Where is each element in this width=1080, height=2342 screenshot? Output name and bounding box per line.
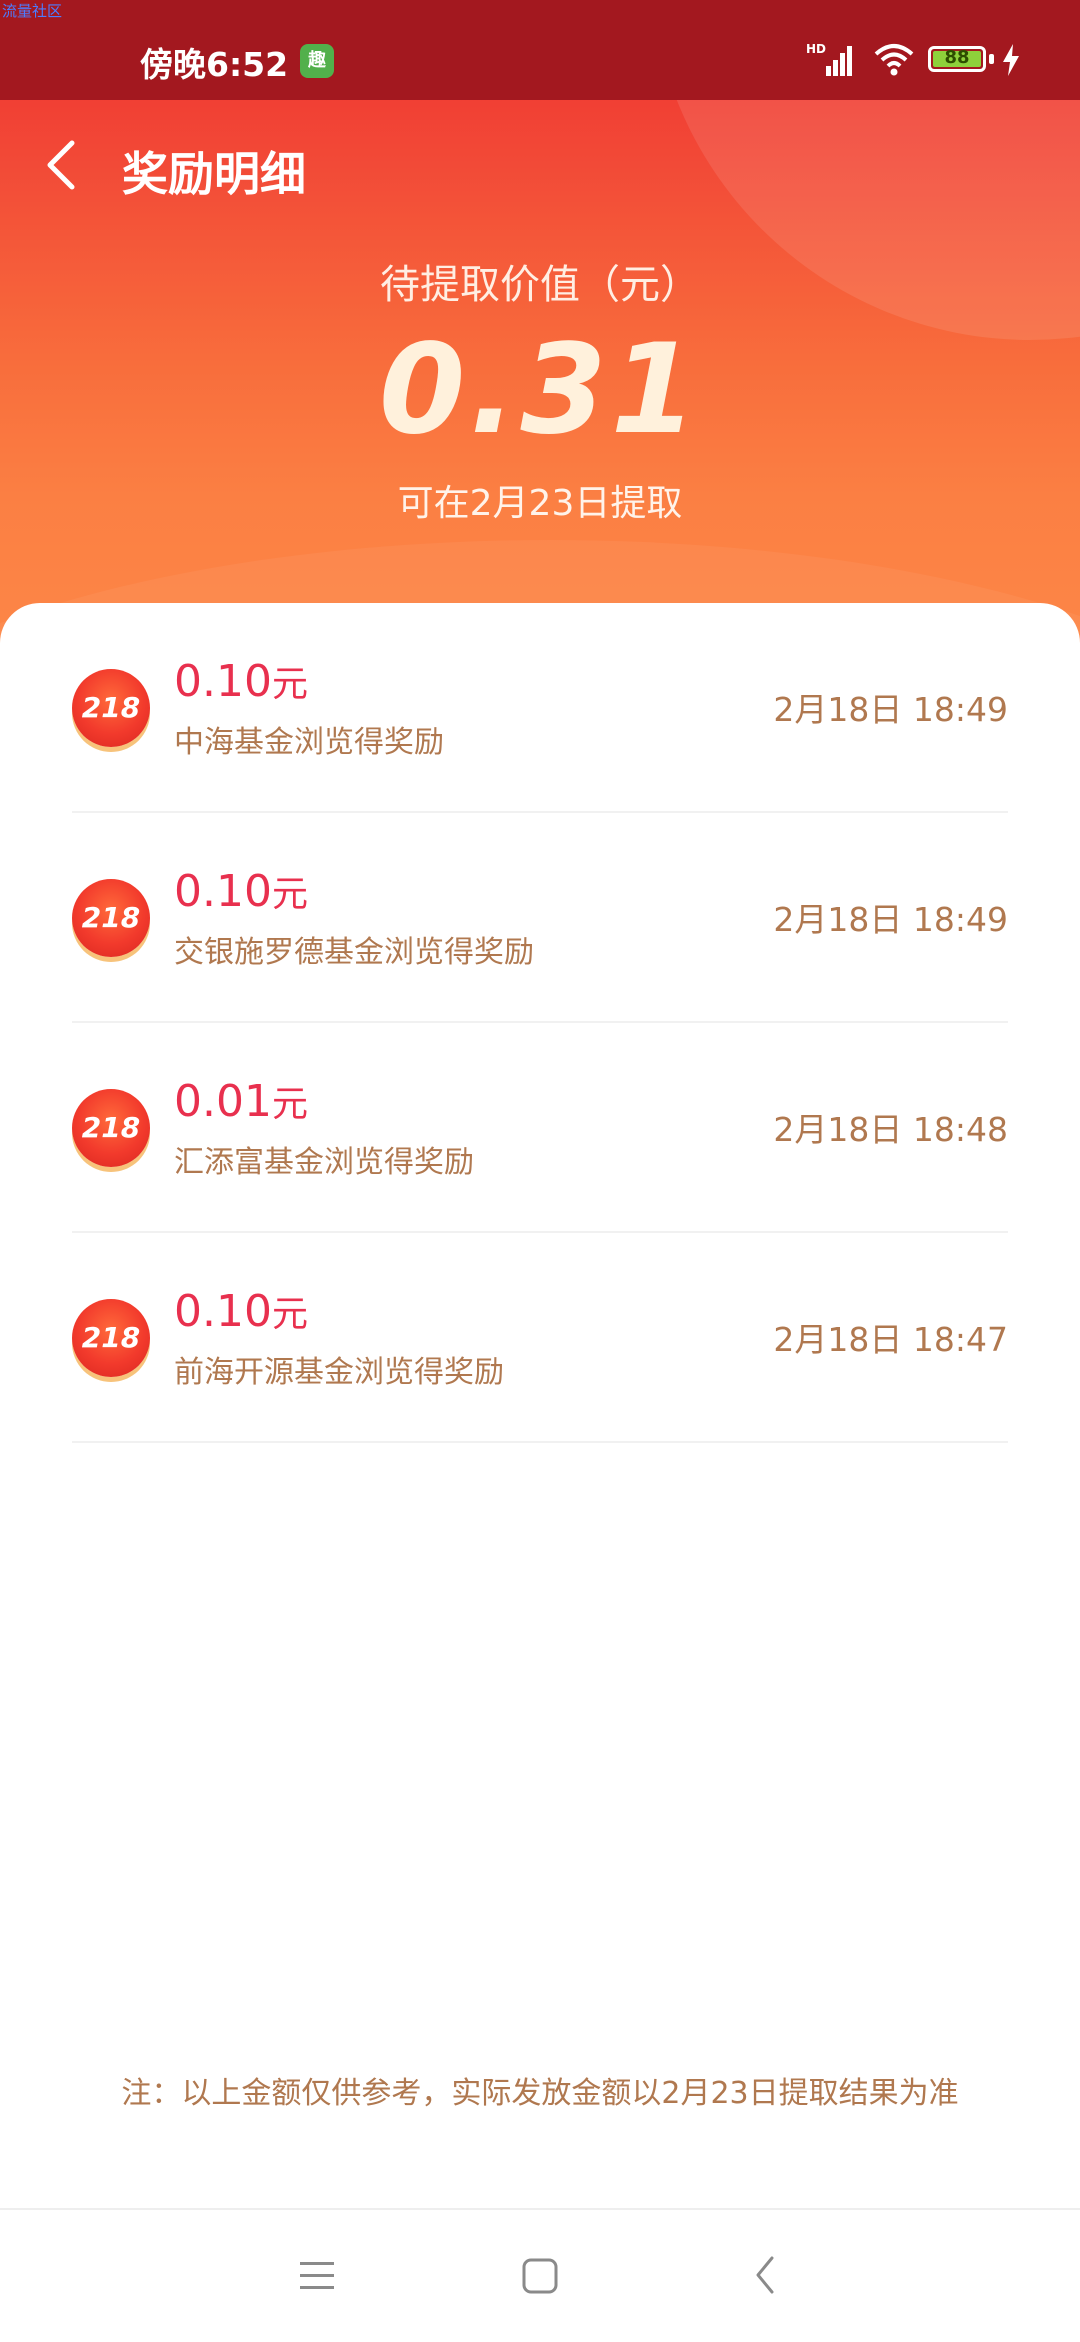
reward-description: 前海开源基金浏览得奖励 — [174, 1355, 504, 1390]
wifi-icon — [874, 44, 914, 76]
fund-badge-icon: 218 — [72, 669, 150, 747]
reward-time: 2月18日 18:48 — [773, 1110, 1008, 1149]
amount-value: 0.10 — [174, 656, 272, 707]
status-time: 傍晚6:52 — [140, 45, 289, 84]
amount-value: 0.10 — [174, 1286, 272, 1337]
amount-value: 0.10 — [174, 866, 272, 917]
reward-time: 2月18日 18:49 — [773, 900, 1008, 939]
reward-card: 218 0.10元 中海基金浏览得奖励 2月18日 18:49 218 0.10… — [0, 603, 1080, 2203]
svg-text:HD: HD — [806, 42, 826, 56]
back-triangle-icon[interactable] — [752, 2254, 778, 2296]
withdraw-date: 可在2月23日提取 — [397, 483, 683, 524]
battery-level: 88 — [944, 47, 970, 68]
app-notification-icon: 趣 — [300, 44, 334, 78]
page-title: 奖励明细 — [122, 147, 306, 201]
reward-list: 218 0.10元 中海基金浏览得奖励 2月18日 18:49 218 0.10… — [72, 603, 1008, 1443]
reward-amount: 0.10元 — [174, 1285, 308, 1337]
amount-unit: 元 — [271, 1084, 308, 1125]
fund-badge-icon: 218 — [72, 1299, 150, 1377]
badge-label: 218 — [81, 901, 141, 934]
badge-label: 218 — [81, 691, 141, 724]
list-item: 218 0.10元 中海基金浏览得奖励 2月18日 18:49 — [72, 603, 1008, 813]
summary-label: 待提取价值（元） — [380, 262, 700, 308]
reward-time: 2月18日 18:49 — [773, 690, 1008, 729]
watermark-text: 流量社区 — [2, 2, 63, 20]
chevron-left-icon — [47, 140, 75, 190]
battery-cap — [989, 54, 994, 64]
menu-icon[interactable] — [300, 2260, 334, 2292]
badge-label: 218 — [81, 1111, 141, 1144]
list-item: 218 0.10元 前海开源基金浏览得奖励 2月18日 18:47 — [72, 1233, 1008, 1443]
disclaimer-note: 注：以上金额仅供参考，实际发放金额以2月23日提取结果为准 — [121, 2076, 959, 2111]
back-button[interactable] — [38, 135, 88, 195]
reward-time: 2月18日 18:47 — [773, 1320, 1008, 1359]
badge-label: 218 — [81, 1321, 141, 1354]
fund-badge-icon: 218 — [72, 1089, 150, 1167]
summary-amount: 0.31 — [379, 318, 701, 462]
reward-description: 交银施罗德基金浏览得奖励 — [174, 935, 534, 970]
amount-unit: 元 — [271, 1294, 308, 1335]
fund-badge-icon: 218 — [72, 879, 150, 957]
list-item: 218 0.01元 汇添富基金浏览得奖励 2月18日 18:48 — [72, 1023, 1008, 1233]
signal-icon: HD — [806, 42, 852, 76]
status-bar: 傍晚6:52 趣 HD 88 — [0, 0, 1080, 100]
list-item: 218 0.10元 交银施罗德基金浏览得奖励 2月18日 18:49 — [72, 813, 1008, 1023]
amount-unit: 元 — [271, 874, 308, 915]
system-nav-bar — [0, 2208, 1080, 2342]
home-square-icon[interactable] — [522, 2258, 558, 2294]
battery-icon: 88 — [928, 46, 986, 72]
reward-amount: 0.10元 — [174, 655, 308, 707]
status-icons: HD 88 — [800, 40, 1080, 80]
reward-amount: 0.10元 — [174, 865, 308, 917]
amount-unit: 元 — [271, 664, 308, 705]
charging-icon — [1003, 44, 1019, 76]
reward-description: 汇添富基金浏览得奖励 — [174, 1145, 474, 1180]
amount-value: 0.01 — [174, 1076, 272, 1127]
reward-amount: 0.01元 — [174, 1075, 308, 1127]
reward-description: 中海基金浏览得奖励 — [174, 725, 444, 760]
